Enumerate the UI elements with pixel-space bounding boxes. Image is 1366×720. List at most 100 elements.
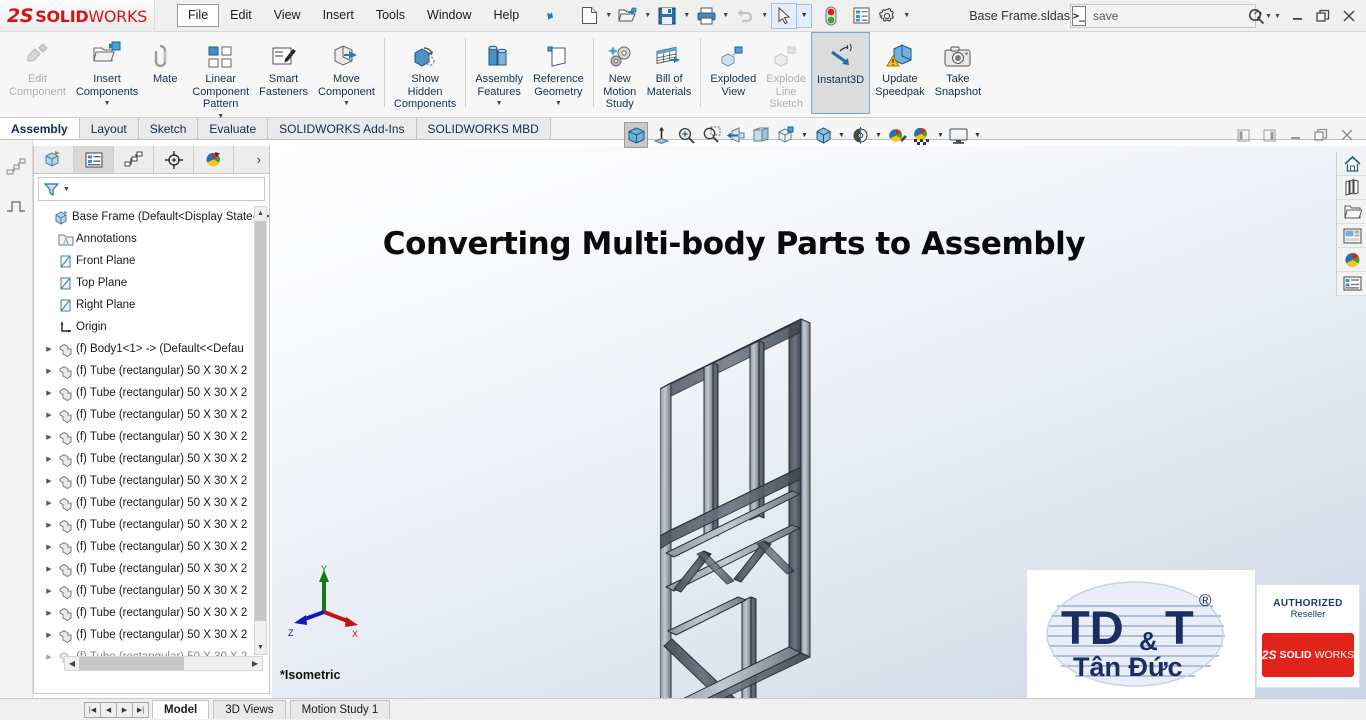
apply-scene-icon[interactable] [910,122,934,148]
menu-window[interactable]: Window [416,4,482,27]
zoom-to-fit-box-icon[interactable] [624,122,648,148]
section-view-icon[interactable] [749,122,773,148]
file-explorer-icon[interactable] [1337,200,1366,224]
tree-node-tube[interactable]: ▶ (f) Tube (rectangular) 50 X 30 X 2 [34,426,269,448]
open-document-caret-icon[interactable]: ▼ [641,12,654,19]
menu-tools[interactable]: Tools [365,4,416,27]
display-style-icon[interactable] [811,122,835,148]
apply-scene-caret-icon[interactable]: ▼ [935,132,946,139]
scroll-up-icon[interactable]: ▲ [255,207,266,220]
save-document-caret-icon[interactable]: ▼ [680,12,693,19]
ribbon-move-component[interactable]: Move Component ▼ [313,32,380,107]
tab-solidworks-mbd[interactable]: SOLIDWORKS MBD [416,118,551,139]
view-palette-icon[interactable] [1337,224,1366,248]
tree-expand-arrow-icon[interactable]: ▶ [42,543,56,551]
design-library-icon[interactable] [1337,176,1366,200]
tree-expand-arrow-icon[interactable]: ▶ [42,389,56,397]
undo-caret-icon[interactable]: ▼ [758,12,771,19]
tree-node-tube[interactable]: ▶ (f) Tube (rectangular) 50 X 30 X 2 [34,536,269,558]
zoom-to-selection-icon[interactable] [699,122,723,148]
view-orientation-caret-icon[interactable]: ▼ [799,132,810,139]
pushpin-icon[interactable] [537,6,556,25]
rebuild-status-button[interactable] [818,3,844,29]
tree-expand-arrow-icon[interactable]: ▶ [42,609,56,617]
new-document-caret-icon[interactable]: ▼ [602,12,615,19]
menu-view[interactable]: View [263,4,312,27]
feature-tree[interactable]: Base Frame (Default<Display State-1> A A… [34,206,269,673]
tile-left-icon[interactable] [1230,122,1256,148]
ribbon-dropdown-caret-icon[interactable]: ▼ [104,100,111,107]
scrollbar-thumb[interactable] [79,657,184,670]
tree-expand-arrow-icon[interactable]: ▶ [42,565,56,573]
tree-node-tube[interactable]: ▶ (f) Tube (rectangular) 50 X 30 X 2 [34,602,269,624]
graphics-viewport[interactable]: Converting Multi-body Parts to Assembly [272,146,1366,698]
select-pointer-caret-icon[interactable]: ▼ [797,3,813,28]
ribbon-dropdown-caret-icon[interactable]: ▼ [496,100,503,107]
close-icon[interactable] [1336,1,1362,31]
tree-node-tube[interactable]: ▶ (f) Tube (rectangular) 50 X 30 X 2 [34,580,269,602]
feature-manager-tab[interactable] [34,146,74,173]
tree-horizontal-scrollbar[interactable]: ◀ ▶ [64,656,263,671]
previous-view-icon[interactable] [724,122,748,148]
ribbon-update-speedpak[interactable]: Update Speedpak [870,32,930,98]
open-document-button[interactable] [615,3,641,29]
dimxpert-manager-tab[interactable] [154,146,194,173]
first-tab-icon[interactable]: |◀ [84,701,101,718]
help-button[interactable]: ? [1245,1,1271,31]
tree-node-annotations[interactable]: A Annotations [34,228,269,250]
select-pointer-button[interactable] [771,2,798,29]
configuration-step-icon[interactable] [0,190,32,222]
tree-node-tube[interactable]: ▶ (f) Tube (rectangular) 50 X 30 X 2 [34,470,269,492]
property-manager-tab[interactable] [74,146,114,173]
more-tabs-chevron-right-icon[interactable]: › [234,146,269,173]
doc-minimize-icon[interactable] [1282,122,1308,148]
view-settings-icon[interactable] [947,122,971,148]
ribbon-edit-component[interactable]: Edit Component [4,32,71,98]
scroll-right-icon[interactable]: ▶ [248,659,262,668]
tree-node-tube[interactable]: ▶ (f) Tube (rectangular) 50 X 30 X 2 [34,624,269,646]
tab-assembly[interactable]: Assembly [0,118,80,139]
tree-expand-arrow-icon[interactable]: ▶ [42,499,56,507]
tree-node-tube[interactable]: ▶ (f) Tube (rectangular) 50 X 30 X 2 [34,514,269,536]
options-gear-button[interactable] [874,3,900,29]
tree-node-top-plane[interactable]: Top Plane [34,272,269,294]
help-caret-icon[interactable]: ▼ [1271,13,1284,20]
tree-node-tube[interactable]: ▶ (f) Tube (rectangular) 50 X 30 X 2 [34,558,269,580]
tree-expand-arrow-icon[interactable]: ▶ [42,653,56,661]
ribbon-take-snapshot[interactable]: Take Snapshot [930,32,986,98]
filter-icon[interactable] [43,181,60,198]
hide-show-items-icon[interactable] [848,122,872,148]
tree-expand-arrow-icon[interactable]: ▶ [42,411,56,419]
tree-node-tube[interactable]: ▶ (f) Tube (rectangular) 50 X 30 X 2 [34,404,269,426]
tree-node-right-plane[interactable]: Right Plane [34,294,269,316]
zoom-in-out-icon[interactable] [674,122,698,148]
tree-filter-input[interactable] [73,182,264,196]
tree-node-root[interactable]: Base Frame (Default<Display State-1> [34,206,269,228]
print-document-caret-icon[interactable]: ▼ [719,12,732,19]
tree-expand-arrow-icon[interactable]: ▶ [42,433,56,441]
tree-expand-arrow-icon[interactable]: ▶ [42,631,56,639]
configuration-manager-tab[interactable] [114,146,154,173]
tree-node-origin[interactable]: Origin [34,316,269,338]
tab-solidworks-add-ins[interactable]: SOLIDWORKS Add-Ins [268,118,417,139]
tab-layout[interactable]: Layout [79,118,139,139]
ribbon-smart-fasteners[interactable]: Smart Fasteners [254,32,313,98]
ribbon-show-hidden-components[interactable]: Show Hidden Components [389,32,461,111]
save-document-button[interactable] [654,3,680,29]
tree-node-tube[interactable]: ▶ (f) Tube (rectangular) 50 X 30 X 2 [34,448,269,470]
doc-restore-icon[interactable] [1308,122,1334,148]
menu-edit[interactable]: Edit [219,4,263,27]
ribbon-dropdown-caret-icon[interactable]: ▼ [343,100,350,107]
menu-insert[interactable]: Insert [312,4,365,27]
tree-expand-arrow-icon[interactable]: ▶ [42,345,56,353]
feature-manager-flyout-icon[interactable] [0,150,32,182]
tree-expand-arrow-icon[interactable]: ▶ [42,587,56,595]
tree-vertical-scrollbar[interactable]: ▲ ▼ [254,206,267,655]
sw-resources-home-icon[interactable] [1337,152,1366,176]
search-input[interactable] [1086,9,1249,23]
restore-icon[interactable] [1310,1,1336,31]
command-search-box[interactable]: >_ ▼ [1070,4,1272,28]
ribbon-insert-components[interactable]: Insert Components ▼ [71,32,143,107]
command-prompt-icon[interactable]: >_ [1072,6,1087,26]
tree-node-front-plane[interactable]: Front Plane [34,250,269,272]
